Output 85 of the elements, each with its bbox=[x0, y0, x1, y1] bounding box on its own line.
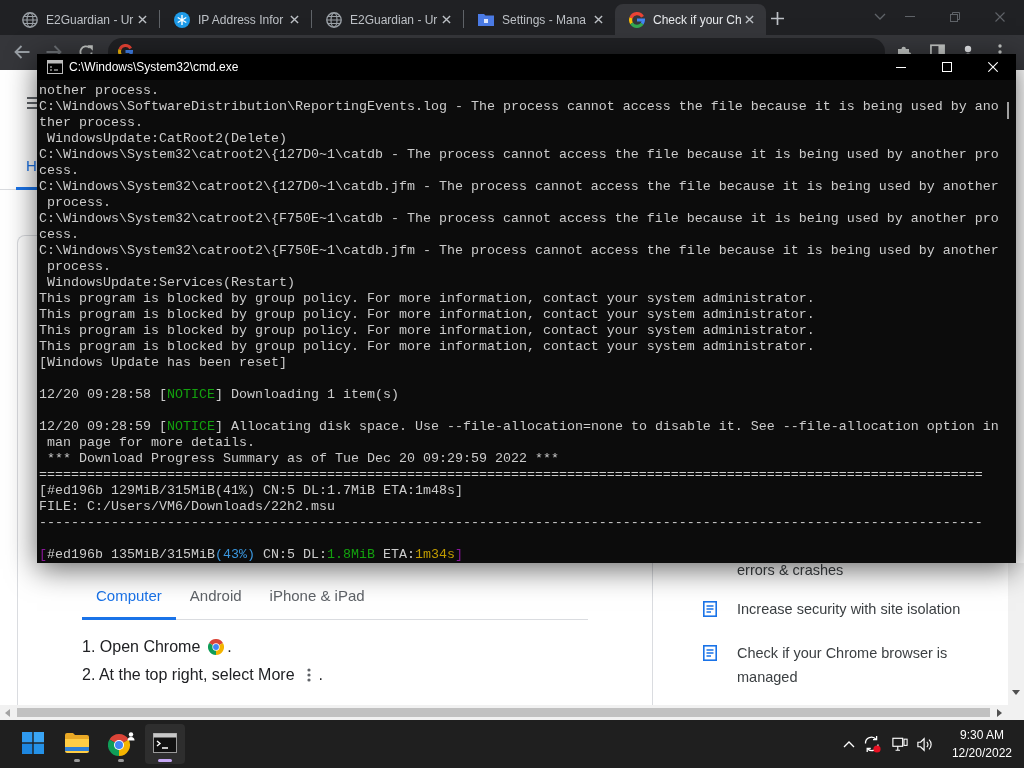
console-line: C:\Windows\SoftwareDistribution\ReportingEvents.log - The process cannot access the file because it is being used by ano bbox=[39, 99, 999, 115]
browser-tab[interactable]: E2Guardian - Ur bbox=[8, 4, 159, 35]
console-line: C:\Windows\System32\catroot2\{127D0~1\catdb - The process cannot access the file because it is being used by another pro bbox=[39, 147, 999, 163]
scrollbar-thumb[interactable] bbox=[17, 708, 990, 717]
step-text: 1. Open Chrome bbox=[82, 638, 201, 656]
terminal-icon bbox=[47, 60, 63, 74]
windows-logo-icon bbox=[21, 732, 45, 754]
console-line: ====================================================================================================================== bbox=[39, 467, 983, 483]
maximize-icon[interactable] bbox=[942, 62, 952, 72]
browser-tab[interactable]: IP Address Infor bbox=[160, 4, 311, 35]
step-text: 2. At the top right, select More bbox=[82, 666, 295, 684]
more-vertical-icon bbox=[306, 668, 311, 682]
clock-time: 9:30 AM bbox=[959, 727, 1004, 744]
kebab-menu-icon[interactable] bbox=[998, 44, 1002, 54]
folder-icon bbox=[65, 732, 89, 754]
console-line: This program is blocked by group policy. For more information, contact your system administrator. bbox=[39, 323, 815, 339]
console-line: 12/20 09:28:59 [NOTICE] Allocating disk space. Use --file-allocation=none to disable it. See --file-allocation option in bbox=[39, 419, 999, 435]
console-line: FILE: C:/Users/VM6/Downloads/22h2.msu bbox=[39, 499, 335, 515]
platform-tab[interactable]: Android bbox=[175, 574, 256, 620]
browser-tab[interactable]: Settings - Mana bbox=[464, 4, 615, 35]
arrow-down-icon[interactable] bbox=[1012, 690, 1020, 695]
clock-date: 12/20/2022 bbox=[951, 745, 1012, 762]
console-line: [#ed196b 135MiB/315MiB(43%) CN:5 DL:1.8MiB ETA:1m34s] bbox=[39, 547, 463, 563]
browser-logo-icon bbox=[208, 639, 225, 655]
menu-icon[interactable] bbox=[27, 97, 37, 109]
restore-icon[interactable] bbox=[950, 11, 960, 22]
punctuation-mark: . bbox=[227, 638, 232, 656]
folder-icon bbox=[478, 11, 494, 28]
sidebar-icon[interactable] bbox=[930, 44, 945, 54]
close-icon[interactable] bbox=[138, 15, 147, 24]
close-icon[interactable] bbox=[290, 15, 299, 24]
g-logo-icon bbox=[118, 44, 133, 54]
horizontal-scrollbar[interactable] bbox=[0, 705, 1024, 720]
console-line: This program is blocked by group policy. For more information, contact your system administrator. bbox=[39, 307, 815, 323]
sync-alert-icon[interactable] bbox=[862, 735, 881, 753]
plus-icon[interactable] bbox=[771, 12, 784, 25]
console-line: [#ed196b 129MiB/315MiB(41%) CN:5 DL:1.7MiB ETA:1m48s] bbox=[39, 483, 463, 499]
back-icon[interactable] bbox=[14, 45, 30, 59]
platform-tab[interactable]: iPhone & iPad bbox=[255, 574, 379, 620]
asterisk-icon bbox=[174, 11, 190, 28]
minimize-icon[interactable] bbox=[896, 66, 906, 68]
console-line: C:\Windows\System32\catroot2\{127D0~1\catdb.jfm - The process cannot access the file because it is being used by another bbox=[39, 179, 999, 195]
chevron-up-icon[interactable] bbox=[842, 740, 855, 748]
console-line: man page for more details. bbox=[46, 435, 255, 451]
console-line: This program is blocked by group policy. For more information, contact your system administrator. bbox=[39, 291, 815, 307]
browser-tab[interactable]: Check if your Ch bbox=[615, 4, 766, 35]
vertical-scrollbar[interactable] bbox=[1008, 563, 1024, 705]
g-logo-icon bbox=[629, 11, 645, 28]
chevron-down-icon[interactable] bbox=[874, 13, 886, 20]
related-link[interactable]: Increase security with site isolation bbox=[737, 596, 961, 621]
scrollbar-thumb[interactable] bbox=[1006, 102, 1009, 119]
console-line: 12/20 09:28:58 [NOTICE] Downloading 1 item(s) bbox=[39, 387, 399, 403]
close-icon[interactable] bbox=[594, 15, 603, 24]
speaker-icon[interactable] bbox=[916, 736, 933, 752]
browser-tab[interactable]: E2Guardian - Ur bbox=[312, 4, 463, 35]
console-line: process. bbox=[46, 195, 111, 211]
document-icon bbox=[703, 644, 717, 661]
close-icon[interactable] bbox=[745, 15, 754, 24]
console-line: [Windows Update has been reset] bbox=[39, 355, 287, 371]
console-line: WindowsUpdate:Services(Restart) bbox=[46, 275, 295, 291]
window-title: C:\Windows\System32\cmd.exe bbox=[69, 60, 239, 74]
console-line: C:\Windows\System32\catroot2\{F750E~1\catdb - The process cannot access the file because it is being used by another pro bbox=[39, 211, 999, 227]
platform-tab[interactable]: Computer bbox=[82, 574, 176, 620]
document-icon bbox=[703, 600, 717, 617]
console-line: process. bbox=[46, 259, 111, 275]
related-link[interactable]: errors & crashes bbox=[737, 563, 844, 577]
console-line: This program is blocked by group policy. For more information, contact your system administrator. bbox=[39, 339, 815, 355]
monitor-icon[interactable] bbox=[891, 736, 908, 752]
taskbar-button[interactable] bbox=[145, 724, 185, 764]
globe-icon bbox=[22, 11, 38, 28]
globe-icon bbox=[326, 11, 342, 28]
arrow-right-icon[interactable] bbox=[997, 708, 1002, 717]
browser-logo-icon bbox=[107, 732, 135, 756]
related-link[interactable]: Check if your Chrome browser is managed bbox=[737, 640, 972, 689]
punctuation-mark: . bbox=[318, 666, 323, 684]
close-icon[interactable] bbox=[442, 15, 451, 24]
terminal-icon bbox=[153, 732, 177, 754]
console-line: *** Download Progress Summary as of Tue Dec 20 09:29:59 2022 *** bbox=[46, 451, 559, 467]
console-line: cess. bbox=[39, 227, 79, 243]
console-line: ---------------------------------------------------------------------------------------------------------------------- bbox=[39, 515, 983, 531]
console-line: C:\Windows\System32\catroot2\{F750E~1\catdb.jfm - The process cannot access the file because it is being used by another bbox=[39, 243, 999, 259]
console-line: WindowsUpdate:CatRoot2(Delete) bbox=[46, 131, 287, 147]
console-line: nother process. bbox=[39, 83, 159, 99]
console-line: cess. bbox=[39, 163, 79, 179]
console-line: ther process. bbox=[39, 115, 143, 131]
